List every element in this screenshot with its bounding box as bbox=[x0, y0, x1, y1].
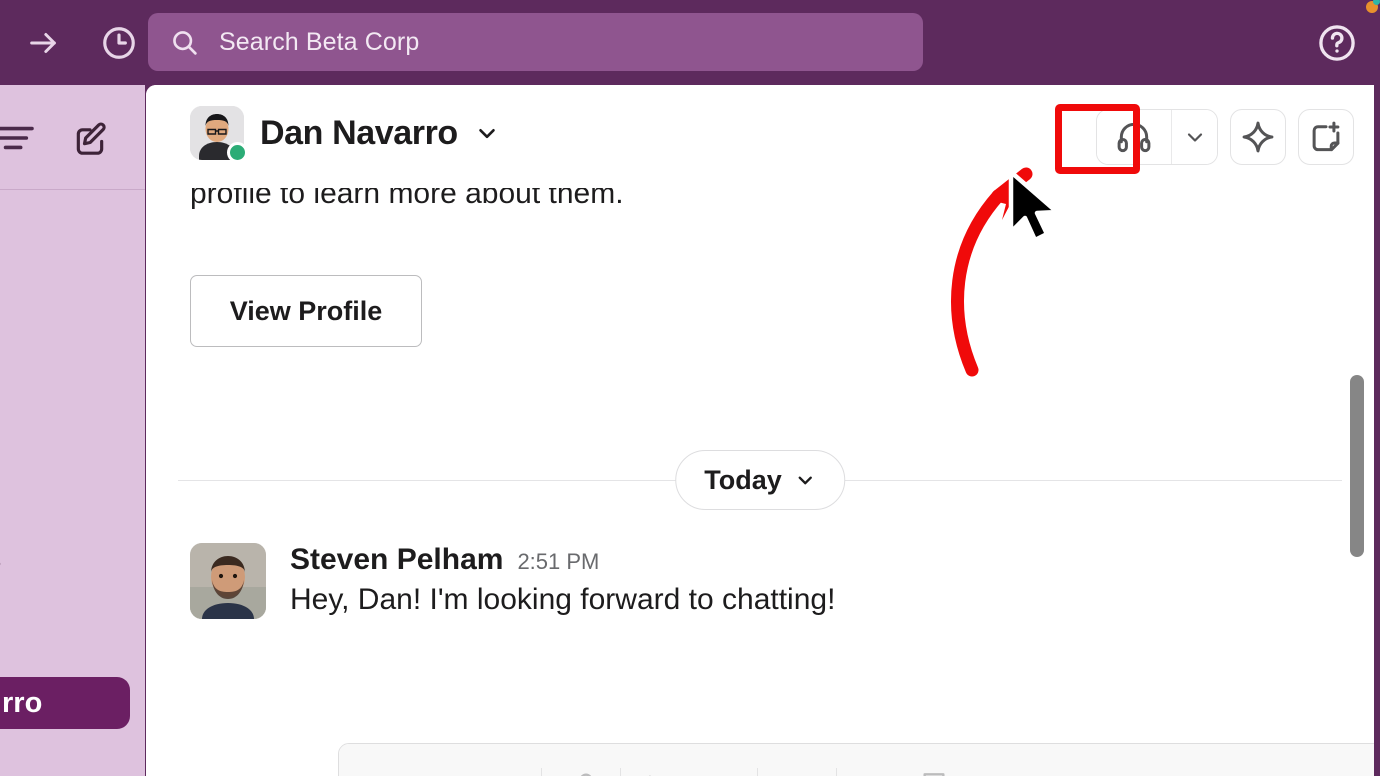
search-input[interactable]: Search Beta Corp bbox=[148, 13, 923, 71]
new-canvas-button[interactable] bbox=[1298, 109, 1354, 165]
avatar-wrapper bbox=[190, 106, 244, 160]
sidebar: nels rro hler elham... bbox=[0, 85, 145, 776]
day-divider-button[interactable]: Today bbox=[675, 450, 845, 510]
huddle-control-group bbox=[1096, 109, 1218, 165]
toolbar-separator bbox=[757, 768, 758, 776]
toolbar-separator bbox=[620, 768, 621, 776]
code-icon[interactable] bbox=[847, 756, 905, 776]
formatting-toolbar: B I S 1 2 bbox=[339, 744, 1374, 776]
ai-assist-button[interactable] bbox=[1230, 109, 1286, 165]
sparkle-star-icon bbox=[1239, 118, 1277, 156]
view-profile-button[interactable]: View Profile bbox=[190, 275, 422, 347]
chevron-down-icon bbox=[794, 469, 816, 491]
huddle-button[interactable] bbox=[1097, 110, 1171, 164]
page-title: Dan Navarro bbox=[260, 114, 458, 153]
message-text: Hey, Dan! I'm looking forward to chattin… bbox=[290, 583, 835, 617]
top-bar-nav-group bbox=[0, 22, 140, 64]
arrow-right-icon[interactable] bbox=[22, 22, 64, 64]
blockquote-icon[interactable] bbox=[768, 756, 826, 776]
message-author[interactable]: Steven Pelham bbox=[290, 543, 503, 577]
bulleted-list-icon[interactable] bbox=[689, 756, 747, 776]
sidebar-item-dan-navarro[interactable]: rro bbox=[0, 677, 130, 729]
conversation-header: Dan Navarro bbox=[146, 85, 1374, 188]
link-icon[interactable] bbox=[552, 756, 610, 776]
top-bar: Search Beta Corp bbox=[0, 0, 1380, 85]
message-list: profile to learn more about them. View P… bbox=[146, 85, 1374, 776]
ordered-list-icon[interactable]: 1 2 bbox=[631, 756, 689, 776]
header-actions bbox=[1096, 109, 1354, 165]
day-divider-label: Today bbox=[704, 465, 782, 496]
sidebar-item-channels[interactable]: nels bbox=[0, 543, 1, 576]
presence-indicator bbox=[227, 142, 248, 163]
compose-pencil-icon[interactable] bbox=[68, 119, 112, 159]
new-canvas-icon bbox=[1307, 118, 1345, 156]
notification-dot bbox=[1366, 1, 1378, 13]
clock-icon[interactable] bbox=[98, 22, 140, 64]
message-row: Steven Pelham 2:51 PM Hey, Dan! I'm look… bbox=[190, 543, 835, 619]
search-placeholder: Search Beta Corp bbox=[219, 28, 419, 57]
scrollbar-track[interactable] bbox=[1350, 85, 1368, 776]
sidebar-toolbar bbox=[0, 85, 145, 190]
toolbar-separator bbox=[541, 768, 542, 776]
italic-icon[interactable]: I bbox=[415, 756, 473, 776]
main-panel: profile to learn more about them. View P… bbox=[146, 85, 1374, 776]
scrollbar-thumb[interactable] bbox=[1350, 375, 1364, 557]
chevron-down-icon bbox=[1183, 125, 1207, 149]
toolbar-separator bbox=[836, 768, 837, 776]
huddle-options-button[interactable] bbox=[1171, 110, 1217, 164]
slack-window: Search Beta Corp bbox=[0, 0, 1380, 776]
conversation-title-button[interactable]: Dan Navarro bbox=[190, 106, 500, 160]
avatar[interactable] bbox=[190, 543, 266, 619]
message-header: Steven Pelham 2:51 PM bbox=[290, 543, 835, 577]
message-composer: B I S 1 2 bbox=[338, 743, 1374, 776]
filter-sort-icon[interactable] bbox=[0, 121, 38, 155]
day-divider: Today bbox=[146, 480, 1374, 482]
sidebar-item-label: rro bbox=[2, 687, 42, 720]
question-mark-icon bbox=[1316, 22, 1358, 64]
help-button[interactable] bbox=[1314, 20, 1360, 66]
sidebar-divider bbox=[0, 189, 145, 190]
code-block-icon[interactable] bbox=[905, 756, 963, 776]
strikethrough-icon[interactable]: S bbox=[473, 756, 531, 776]
headphones-icon bbox=[1115, 118, 1153, 156]
search-icon bbox=[170, 28, 199, 57]
chevron-down-icon bbox=[474, 120, 500, 146]
message-timestamp[interactable]: 2:51 PM bbox=[517, 549, 599, 575]
bold-icon[interactable]: B bbox=[357, 756, 415, 776]
message-content: Steven Pelham 2:51 PM Hey, Dan! I'm look… bbox=[290, 543, 835, 619]
